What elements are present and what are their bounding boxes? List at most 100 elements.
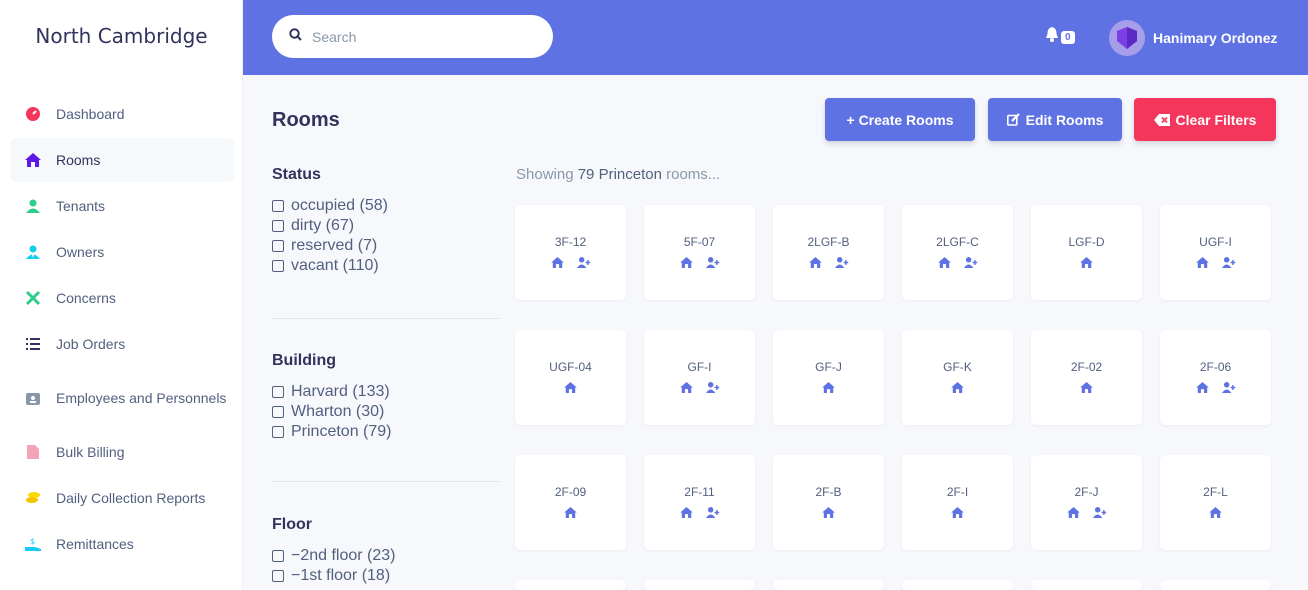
room-card[interactable]: 2F-L <box>1160 455 1271 550</box>
brand-title[interactable]: North Cambridge <box>0 24 243 48</box>
room-card[interactable]: 2F-09 <box>515 455 626 550</box>
home-icon[interactable] <box>1208 505 1224 519</box>
add-tenant-icon[interactable] <box>705 255 721 269</box>
room-card[interactable]: 2F-06 <box>1160 330 1271 425</box>
filter-option-harvard[interactable]: Harvard (133) <box>272 382 502 402</box>
room-name: 2F-L <box>1203 485 1228 499</box>
room-card[interactable] <box>1160 580 1271 590</box>
checkbox[interactable] <box>272 550 284 562</box>
room-card[interactable]: 2F-02 <box>1031 330 1142 425</box>
room-card[interactable]: 2LGF-B <box>773 205 884 300</box>
filter-option-princeton[interactable]: Princeton (79) <box>272 422 502 442</box>
add-tenant-icon[interactable] <box>1092 505 1108 519</box>
filter-option-floor-minus-1[interactable]: −1st floor (18) <box>272 566 502 586</box>
add-tenant-icon[interactable] <box>705 505 721 519</box>
room-card[interactable]: 2F-B <box>773 455 884 550</box>
sidebar-item-remittances[interactable]: $ Remittances <box>10 522 234 566</box>
room-card[interactable]: GF-I <box>644 330 755 425</box>
room-card[interactable]: UGF-I <box>1160 205 1271 300</box>
home-icon[interactable] <box>563 380 579 394</box>
sidebar-item-tenants[interactable]: Tenants <box>10 184 234 228</box>
user-menu[interactable]: Hanimary Ordonez <box>1109 20 1277 56</box>
home-icon[interactable] <box>937 255 953 269</box>
room-card[interactable]: 2F-J <box>1031 455 1142 550</box>
room-name: 3F-12 <box>554 235 587 249</box>
home-icon[interactable] <box>1079 380 1095 394</box>
add-tenant-icon[interactable] <box>834 255 850 269</box>
home-icon <box>24 151 42 169</box>
home-icon[interactable] <box>563 505 579 519</box>
room-card[interactable]: 2LGF-C <box>902 205 1013 300</box>
sidebar-item-bulk-billing[interactable]: Bulk Billing <box>10 430 234 474</box>
home-icon[interactable] <box>950 505 966 519</box>
results-summary: Showing 79 Princeton rooms... <box>516 166 720 183</box>
add-tenant-icon[interactable] <box>963 255 979 269</box>
checkbox[interactable] <box>272 570 284 582</box>
notifications-button[interactable]: 0 <box>1045 27 1075 47</box>
sidebar-item-rooms[interactable]: Rooms <box>10 138 234 182</box>
user-tie-icon <box>24 243 42 261</box>
home-icon[interactable] <box>1066 505 1082 519</box>
room-card[interactable] <box>773 580 884 590</box>
home-icon[interactable] <box>1195 380 1211 394</box>
room-card[interactable] <box>644 580 755 590</box>
hand-money-icon: $ <box>24 535 42 553</box>
create-rooms-button[interactable]: + Create Rooms <box>825 98 975 141</box>
room-actions <box>1160 505 1271 519</box>
search-input[interactable] <box>312 28 532 45</box>
search-bar[interactable] <box>272 15 553 58</box>
home-icon[interactable] <box>1079 255 1095 269</box>
add-tenant-icon[interactable] <box>705 380 721 394</box>
add-tenant-icon[interactable] <box>1221 380 1237 394</box>
home-icon[interactable] <box>1195 255 1211 269</box>
filter-divider <box>272 481 500 482</box>
room-card[interactable]: 3F-12 <box>515 205 626 300</box>
checkbox[interactable] <box>272 426 284 438</box>
room-card[interactable]: GF-K <box>902 330 1013 425</box>
home-icon[interactable] <box>950 380 966 394</box>
add-tenant-icon[interactable] <box>576 255 592 269</box>
checkbox[interactable] <box>272 406 284 418</box>
svg-text:$: $ <box>30 537 35 546</box>
room-card[interactable]: GF-J <box>773 330 884 425</box>
room-card[interactable] <box>515 580 626 590</box>
sidebar-item-owners[interactable]: Owners <box>10 230 234 274</box>
home-icon[interactable] <box>679 380 695 394</box>
room-card[interactable]: 2F-11 <box>644 455 755 550</box>
room-card[interactable] <box>902 580 1013 590</box>
sidebar-item-daily-collection[interactable]: Daily Collection Reports <box>10 476 234 520</box>
room-card[interactable] <box>1031 580 1142 590</box>
home-icon[interactable] <box>808 255 824 269</box>
room-actions <box>902 380 1013 394</box>
sidebar-item-concerns[interactable]: Concerns <box>10 276 234 320</box>
home-icon[interactable] <box>679 505 695 519</box>
home-icon[interactable] <box>821 380 837 394</box>
sidebar-item-job-orders[interactable]: Job Orders <box>10 322 234 366</box>
room-actions <box>644 380 755 394</box>
clear-filters-button[interactable]: Clear Filters <box>1134 98 1276 141</box>
room-name: UGF-04 <box>549 360 592 374</box>
add-tenant-icon[interactable] <box>1221 255 1237 269</box>
checkbox[interactable] <box>272 240 284 252</box>
home-icon[interactable] <box>550 255 566 269</box>
room-card[interactable]: UGF-04 <box>515 330 626 425</box>
checkbox[interactable] <box>272 220 284 232</box>
filter-option-vacant[interactable]: vacant (110) <box>272 256 502 276</box>
checkbox[interactable] <box>272 260 284 272</box>
sidebar-item-employees[interactable]: Employees and Personnels <box>10 368 234 428</box>
sidebar-item-label: Bulk Billing <box>56 444 125 460</box>
home-icon[interactable] <box>679 255 695 269</box>
filter-option-reserved[interactable]: reserved (7) <box>272 236 502 256</box>
filter-option-occupied[interactable]: occupied (58) <box>272 196 502 216</box>
checkbox[interactable] <box>272 200 284 212</box>
home-icon[interactable] <box>821 505 837 519</box>
sidebar-item-dashboard[interactable]: Dashboard <box>10 92 234 136</box>
filter-option-dirty[interactable]: dirty (67) <box>272 216 502 236</box>
room-card[interactable]: 5F-07 <box>644 205 755 300</box>
checkbox[interactable] <box>272 386 284 398</box>
filter-option-floor-minus-2[interactable]: −2nd floor (23) <box>272 546 502 566</box>
room-card[interactable]: LGF-D <box>1031 205 1142 300</box>
filter-option-wharton[interactable]: Wharton (30) <box>272 402 502 422</box>
room-card[interactable]: 2F-I <box>902 455 1013 550</box>
edit-rooms-button[interactable]: Edit Rooms <box>988 98 1122 141</box>
